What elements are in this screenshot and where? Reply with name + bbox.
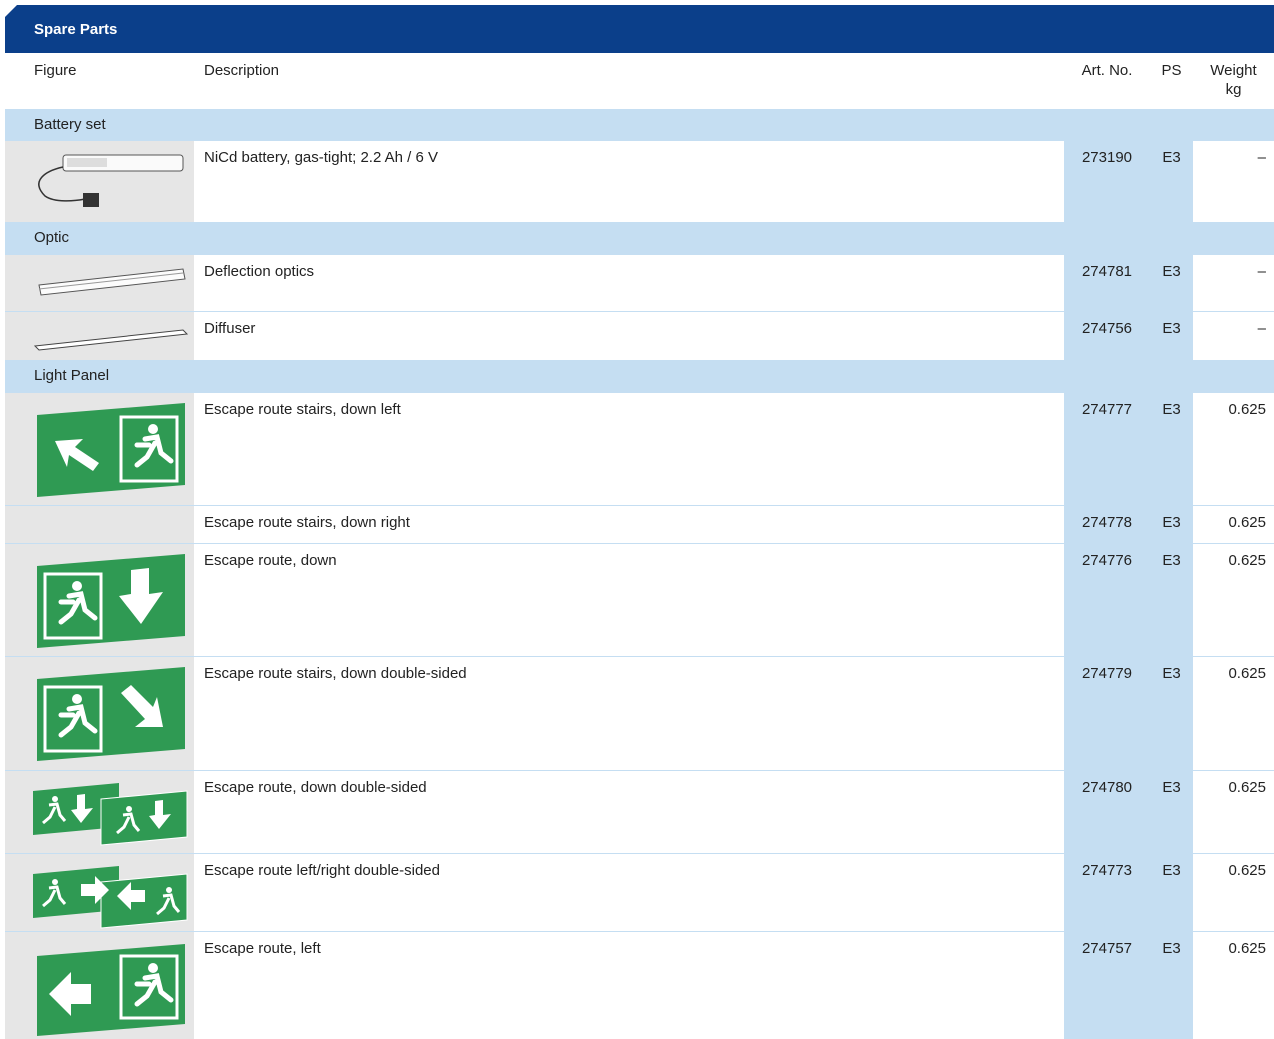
item-ps: E3 [1150,255,1193,311]
sign-down-double-figure [5,771,194,853]
item-description: Escape route, down [204,552,337,569]
item-description: Escape route stairs, down left [204,401,401,418]
table-row: Escape route left/right double-sided 274… [5,854,1274,931]
col-ps: PS [1150,53,1193,109]
item-weight: 0.625 [1228,514,1266,531]
item-weight: 0.625 [1228,779,1266,796]
section-optic: Optic [5,222,1274,255]
item-description: Escape route left/right double-sided [204,862,440,879]
item-weight: 0.625 [1228,665,1266,682]
table-header-bar: Spare Parts [5,5,1274,53]
item-ps: E3 [1150,141,1193,222]
item-art-no: 274776 [1064,544,1150,656]
item-ps: E3 [1150,506,1193,543]
item-description: Escape route stairs, down double-sided [204,665,467,682]
item-art-no: 274777 [1064,393,1150,505]
item-art-no: 274779 [1064,657,1150,770]
item-weight: – [1257,149,1266,166]
table-row: Escape route stairs, down right 274778 E… [5,506,1274,543]
table-row: Escape route stairs, down left 274777 E3… [5,393,1274,505]
table-row: Escape route, down 274776 E3 0.625 [5,544,1274,656]
item-ps: E3 [1150,544,1193,656]
section-light-panel: Light Panel [5,360,1274,393]
item-weight: 0.625 [1228,552,1266,569]
col-weight-label: Weight [1210,62,1257,79]
sign-left-figure [5,932,194,1039]
table-row: Escape route stairs, down double-sided 2… [5,657,1274,770]
item-ps: E3 [1150,854,1193,931]
sign-left-right-double-figure [5,854,194,931]
item-ps: E3 [1150,312,1193,360]
column-header-row: Figure Description Art. No. PS Weight kg [5,53,1274,109]
diffuser-figure [5,312,194,360]
item-weight: 0.625 [1228,940,1266,957]
section-battery-set: Battery set [5,109,1274,141]
item-weight: 0.625 [1228,401,1266,418]
section-title: Optic [34,229,70,246]
col-figure: Figure [34,62,77,79]
item-weight: 0.625 [1228,862,1266,879]
col-weight-unit: kg [1225,81,1242,98]
item-description: Escape route stairs, down right [204,514,410,531]
section-title: Light Panel [34,367,110,384]
sign-down-figure [5,544,194,656]
table-row: Escape route, left 274757 E3 0.625 [5,932,1274,1039]
section-title: Battery set [34,116,106,133]
item-weight: – [1257,320,1266,337]
item-art-no: 274756 [1064,312,1150,360]
item-ps: E3 [1150,932,1193,1039]
item-art-no: 274757 [1064,932,1150,1039]
table-row: Diffuser 274756 E3 – [5,312,1274,360]
item-art-no: 274780 [1064,771,1150,853]
item-description: Deflection optics [204,263,315,280]
item-ps: E3 [1150,771,1193,853]
item-art-no: 274781 [1064,255,1150,311]
deflection-optics-figure [5,255,194,311]
sign-stairs-down-double-figure [5,657,194,770]
col-description: Description [204,62,280,79]
item-art-no: 273190 [1064,141,1150,222]
table-row: Escape route, down double-sided 274780 E… [5,771,1274,853]
table-title: Spare Parts [34,21,118,38]
col-weight: Weight kg [1193,53,1274,109]
item-ps: E3 [1150,657,1193,770]
col-art-no: Art. No. [1064,53,1150,109]
item-art-no: 274778 [1064,506,1150,543]
empty-figure [5,506,194,543]
item-description: Escape route, down double-sided [204,779,427,796]
sign-stairs-down-left-figure [5,393,194,505]
item-weight: – [1257,263,1266,280]
item-description: Escape route, left [204,940,321,957]
item-description: Diffuser [204,320,256,337]
item-art-no: 274773 [1064,854,1150,931]
table-row: NiCd battery, gas-tight; 2.2 Ah / 6 V 27… [5,141,1274,222]
table-row: Deflection optics 274781 E3 – [5,255,1274,311]
item-description: NiCd battery, gas-tight; 2.2 Ah / 6 V [204,149,439,166]
item-ps: E3 [1150,393,1193,505]
battery-figure [5,141,194,222]
